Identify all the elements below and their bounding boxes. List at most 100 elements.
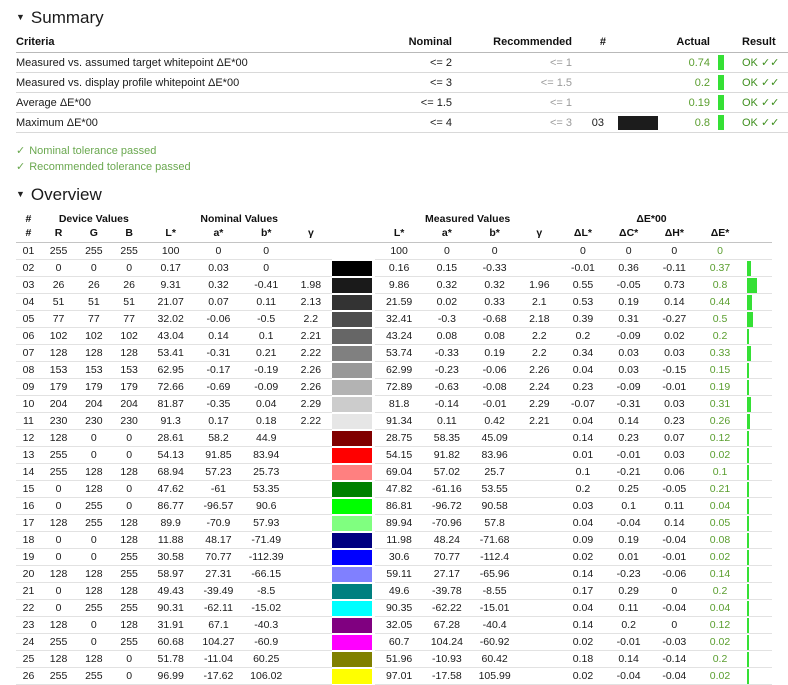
cell-delta-L: 0 [560, 242, 606, 260]
cell-delta-H: 0.06 [651, 463, 698, 481]
cell-delta-E: 0.15 [697, 361, 743, 379]
color-swatch [618, 115, 658, 130]
cell-device-r: 255 [40, 242, 77, 260]
delta-e-bar [746, 515, 749, 531]
cell-index: 16 [16, 497, 41, 515]
cell-index: 24 [16, 633, 41, 651]
cell-measured-a: 0 [423, 242, 471, 260]
col-nominal-a: a* [194, 226, 243, 243]
cell-delta-C: 0 [605, 242, 652, 260]
cell-measured-L: 47.82 [375, 480, 423, 498]
color-swatch [331, 277, 372, 293]
collapse-triangle-icon[interactable]: ▼ [16, 12, 25, 22]
cell-nominal-gamma [290, 548, 332, 566]
cell-measured-gamma: 2.24 [518, 378, 561, 396]
cell-delta-L: 0.01 [560, 446, 606, 464]
cell-nominal-b: 0.18 [242, 412, 291, 430]
cell-device-r: 128 [40, 650, 77, 668]
cell-nominal-b: -60.9 [242, 633, 291, 651]
cell-measured-L: 0.16 [375, 259, 423, 277]
cell-delta-E-bar [742, 667, 772, 685]
summary-pass-bar [714, 92, 728, 113]
cell-delta-E-bar [742, 276, 772, 294]
summary-actual: 0.8 [658, 112, 714, 133]
cell-measured-b: -0.68 [470, 310, 519, 328]
cell-delta-E-bar [742, 412, 772, 430]
cell-measured-b: 60.42 [470, 650, 519, 668]
cell-nominal-a: 0.17 [194, 412, 243, 430]
cell-device-b: 230 [111, 412, 147, 430]
cell-device-g: 0 [76, 429, 112, 447]
cell-nominal-L: 86.77 [146, 497, 195, 515]
col-delta-L: ΔL* [560, 226, 606, 243]
summary-actual: 0.2 [658, 72, 714, 93]
cell-device-b: 255 [111, 548, 147, 566]
summary-section-heading[interactable]: ▼ Summary [0, 8, 788, 28]
cell-device-g: 255 [76, 667, 112, 685]
overview-section-heading[interactable]: ▼ Overview [0, 185, 788, 205]
cell-nominal-L: 100 [146, 242, 195, 260]
overview-body: 01 255 255 255 100 0 0 100 0 0 0 0 0 0 02 0 0 0 0.17 0.03 0 0… [16, 242, 772, 685]
collapse-triangle-icon[interactable]: ▼ [16, 189, 25, 199]
cell-delta-L: -0.07 [560, 395, 606, 413]
cell-nominal-L: 72.66 [146, 378, 195, 396]
cell-device-b: 26 [111, 276, 147, 294]
cell-nominal-b: 44.9 [242, 429, 291, 447]
group-swatch [332, 211, 376, 226]
cell-measured-a: -39.78 [423, 582, 471, 600]
tolerance-note: ✓ Recommended tolerance passed [16, 159, 788, 175]
color-swatch [331, 583, 372, 599]
cell-index: 25 [16, 650, 41, 668]
cell-color-swatch [331, 378, 376, 396]
col-g: G [76, 226, 112, 243]
cell-delta-C: -0.23 [605, 565, 652, 583]
cell-delta-C: -0.04 [605, 514, 652, 532]
cell-nominal-gamma [290, 650, 332, 668]
cell-nominal-L: 89.9 [146, 514, 195, 532]
cell-nominal-b: 57.93 [242, 514, 291, 532]
cell-delta-E-bar [742, 361, 772, 379]
cell-nominal-b: -40.3 [242, 616, 291, 634]
cell-device-r: 0 [40, 259, 77, 277]
color-swatch [331, 634, 372, 650]
summary-color-swatch [610, 52, 658, 73]
cell-delta-L: 0.14 [560, 565, 606, 583]
cell-color-swatch [331, 548, 376, 566]
cell-delta-E: 0.21 [697, 480, 743, 498]
cell-measured-gamma: 2.29 [518, 395, 561, 413]
cell-device-r: 51 [40, 293, 77, 311]
summary-recommended: <= 1.5 [456, 72, 576, 93]
cell-delta-C: -0.05 [605, 276, 652, 294]
cell-index: 13 [16, 446, 41, 464]
cell-delta-L: 0.23 [560, 378, 606, 396]
cell-delta-L: 0.04 [560, 514, 606, 532]
cell-delta-H: 0.03 [651, 446, 698, 464]
cell-nominal-gamma [290, 599, 332, 617]
cell-measured-gamma: 2.21 [518, 412, 561, 430]
overview-subheader-row: # R G B L* a* b* γ L* a* b* γ ΔL* ΔC* ΔH… [16, 226, 772, 243]
cell-nominal-b: -8.5 [242, 582, 291, 600]
cell-measured-a: 0.08 [423, 327, 471, 345]
cell-delta-L: 0.2 [560, 327, 606, 345]
col-index: # [16, 226, 41, 243]
cell-delta-L: 0.53 [560, 293, 606, 311]
summary-nominal: <= 4 [346, 112, 456, 133]
cell-device-g: 77 [76, 310, 112, 328]
pass-indicator-bar [718, 115, 724, 130]
cell-nominal-b: -0.09 [242, 378, 291, 396]
table-row: 11 230 230 230 91.3 0.17 0.18 2.22 91.34 0.11 0.42… [16, 412, 772, 430]
cell-index: 17 [16, 514, 41, 532]
cell-color-swatch [331, 310, 376, 328]
cell-device-g: 26 [76, 276, 112, 294]
table-row: 22 0 255 255 90.31 -62.11 -15.02 90.35 -62.22 -15… [16, 599, 772, 617]
cell-delta-E-bar [742, 497, 772, 515]
group-nominal-values: Nominal Values [200, 213, 279, 225]
cell-delta-C: -0.04 [605, 667, 652, 685]
cell-device-b: 0 [111, 497, 147, 515]
cell-device-b: 102 [111, 327, 147, 345]
delta-e-bar [746, 566, 749, 582]
cell-nominal-b: 106.02 [242, 667, 291, 685]
cell-delta-C: 0.2 [605, 616, 652, 634]
summary-nominal: <= 1.5 [346, 92, 456, 113]
summary-header-row: Criteria Nominal Recommended # Actual Re… [16, 34, 788, 53]
